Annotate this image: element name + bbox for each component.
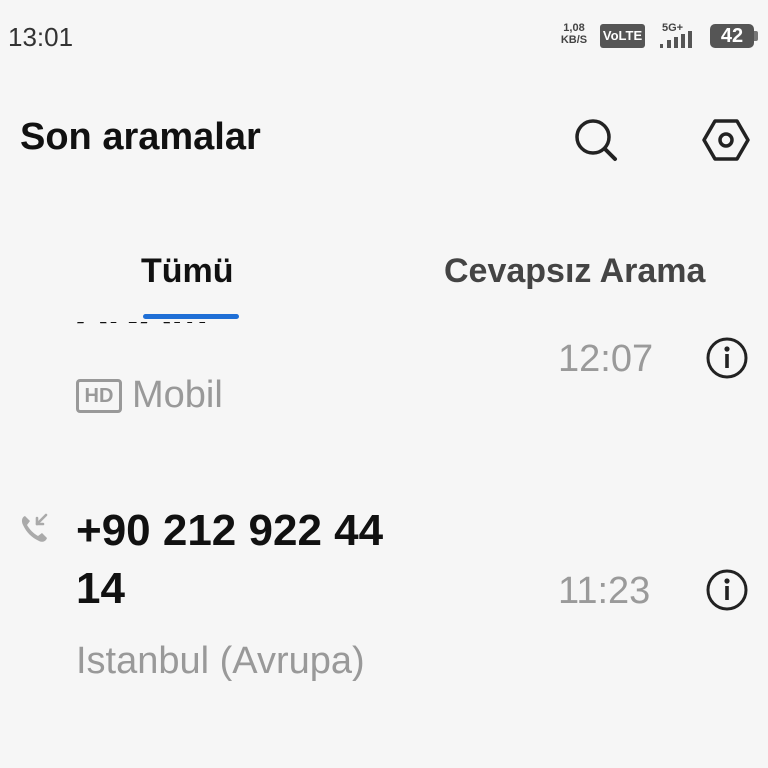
- call-info-button[interactable]: [705, 336, 749, 380]
- phone-number-line2: 14: [76, 564, 125, 613]
- call-time: 12:07: [558, 338, 654, 380]
- tab-missed-calls[interactable]: Cevapsız Arama: [444, 252, 705, 291]
- phone-number-line1: +90 212 922 44: [76, 506, 384, 555]
- network-speed: 1,08 KB/S: [559, 22, 589, 46]
- call-info-button[interactable]: [705, 568, 749, 612]
- search-button[interactable]: [568, 112, 624, 168]
- call-subtitle: HD Mobil: [76, 374, 223, 417]
- battery-indicator: 42: [710, 24, 754, 48]
- battery-cap: [754, 31, 758, 41]
- contact-name: ANAM: [76, 322, 208, 338]
- incoming-call-icon: [21, 513, 48, 542]
- call-location: Istanbul (Avrupa): [76, 640, 365, 682]
- status-time: 13:01: [8, 22, 74, 52]
- signal-icon: 5G+: [660, 22, 700, 50]
- tab-selected-indicator: [143, 314, 239, 319]
- volte-badge: VoLTE: [600, 24, 645, 48]
- info-icon: [706, 337, 748, 379]
- network-speed-value: 1,08: [563, 22, 585, 34]
- gear-icon: [702, 119, 750, 161]
- network-speed-unit: KB/S: [560, 34, 588, 46]
- call-list[interactable]: ANAM 12:07 HD Mobil +90 212 922 44 14 11…: [0, 322, 768, 768]
- info-icon: [706, 569, 748, 611]
- page-title: Son aramalar: [20, 116, 261, 158]
- phone-type-label: Mobil: [132, 374, 223, 416]
- phone-number: +90 212 922 44 14: [76, 502, 383, 618]
- call-row[interactable]: +90 212 922 44 14 11:23 Istanbul (Avrupa…: [0, 492, 768, 692]
- search-icon: [575, 119, 617, 161]
- call-row[interactable]: ANAM 12:07 HD Mobil: [0, 322, 768, 452]
- settings-button[interactable]: [698, 112, 754, 168]
- network-type-label: 5G+: [662, 22, 684, 34]
- tab-all[interactable]: Tümü: [141, 252, 234, 291]
- call-time: 11:23: [558, 570, 651, 612]
- hd-badge: HD: [76, 378, 122, 413]
